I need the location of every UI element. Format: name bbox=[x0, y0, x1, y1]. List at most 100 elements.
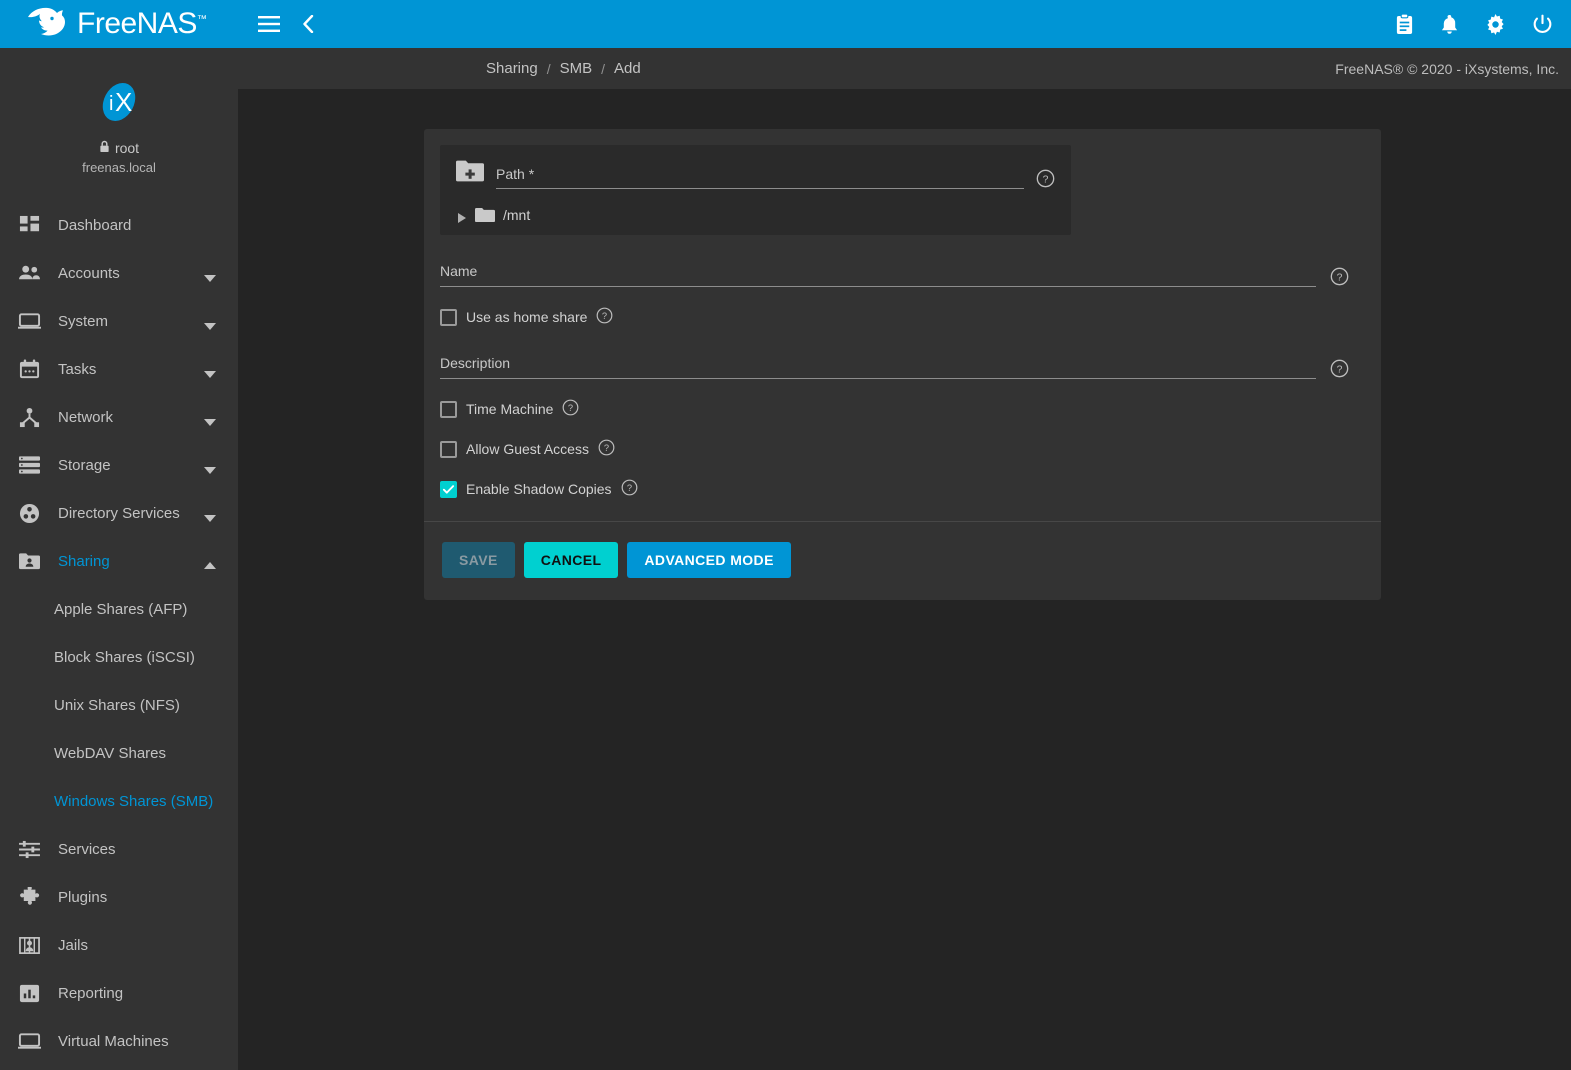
brand-header[interactable]: FreeNAS™ bbox=[0, 0, 238, 48]
shadow-copies-checkbox[interactable] bbox=[440, 481, 457, 498]
sidebar-item-label: Dashboard bbox=[58, 217, 238, 234]
time-machine-checkbox-row: Time Machine ? bbox=[440, 399, 1363, 419]
path-label: Path * bbox=[496, 166, 1024, 188]
create-folder-icon[interactable] bbox=[456, 159, 484, 185]
time-machine-label: Time Machine bbox=[466, 401, 553, 417]
sidebar-item-label: Jails bbox=[58, 937, 238, 954]
path-underline bbox=[496, 188, 1024, 189]
chevron-down-icon[interactable] bbox=[204, 509, 216, 517]
sidebar-item-sharing[interactable]: Sharing bbox=[0, 537, 238, 585]
settings-gear-icon[interactable] bbox=[1485, 14, 1506, 35]
sidebar-item-network[interactable]: Network bbox=[0, 393, 238, 441]
guest-access-checkbox[interactable] bbox=[440, 441, 457, 458]
chevron-down-icon[interactable] bbox=[204, 317, 216, 325]
home-share-checkbox-row: Use as home share ? bbox=[440, 307, 1363, 327]
folder-icon bbox=[475, 207, 495, 223]
help-circle-icon[interactable]: ? bbox=[1330, 267, 1349, 286]
ix-avatar-icon[interactable]: i X bbox=[89, 78, 149, 126]
sidebar-item-label: Virtual Machines bbox=[58, 1033, 238, 1050]
help-circle-icon[interactable]: ? bbox=[1036, 169, 1055, 188]
top-bar bbox=[238, 0, 1571, 48]
task-manager-icon[interactable] bbox=[1395, 14, 1414, 35]
brand-name: FreeNAS™ bbox=[77, 9, 206, 39]
sharing-icon bbox=[14, 548, 44, 574]
sidebar-subitem-block-shares[interactable]: Block Shares (iSCSI) bbox=[0, 633, 238, 681]
sidebar-item-dashboard[interactable]: Dashboard bbox=[0, 201, 238, 249]
chevron-left-icon[interactable] bbox=[302, 15, 314, 33]
sidebar-item-plugins[interactable]: Plugins bbox=[0, 873, 238, 921]
breadcrumb-separator: / bbox=[547, 61, 551, 77]
sidebar-subitem-apple-shares[interactable]: Apple Shares (AFP) bbox=[0, 585, 238, 633]
chevron-down-icon[interactable] bbox=[204, 413, 216, 421]
name-label: Name bbox=[440, 263, 1316, 286]
sidebar-item-jails[interactable]: Jails bbox=[0, 921, 238, 969]
sidebar-item-tasks[interactable]: Tasks bbox=[0, 345, 238, 393]
sidebar-item-virtual-machines[interactable]: Virtual Machines bbox=[0, 1017, 238, 1065]
help-circle-icon[interactable]: ? bbox=[621, 479, 640, 498]
guest-access-label: Allow Guest Access bbox=[466, 441, 589, 457]
help-circle-icon[interactable]: ? bbox=[596, 307, 615, 326]
app-root: FreeNAS™ i X root bbox=[0, 0, 1571, 1070]
breadcrumb-item-smb[interactable]: SMB bbox=[560, 60, 593, 77]
description-input[interactable]: Description bbox=[440, 355, 1316, 379]
form-actions: SAVE CANCEL ADVANCED MODE bbox=[424, 522, 1381, 600]
chevron-up-icon[interactable] bbox=[204, 557, 216, 565]
form-body: Path * ? bbox=[424, 129, 1381, 521]
path-selector-panel: Path * ? bbox=[440, 145, 1071, 235]
sidebar-subitem-label: WebDAV Shares bbox=[54, 745, 166, 762]
sidebar-item-label: Services bbox=[58, 841, 238, 858]
sidebar-item-label: Plugins bbox=[58, 889, 238, 906]
jails-icon bbox=[14, 932, 44, 958]
sidebar-subitem-label: Unix Shares (NFS) bbox=[54, 697, 180, 714]
help-circle-icon[interactable]: ? bbox=[1330, 359, 1349, 378]
name-input[interactable]: Name bbox=[440, 263, 1316, 287]
storage-icon bbox=[14, 452, 44, 478]
chevron-down-icon[interactable] bbox=[204, 461, 216, 469]
topbar-left-controls bbox=[258, 15, 314, 33]
svg-text:?: ? bbox=[604, 443, 609, 453]
cancel-button[interactable]: CANCEL bbox=[524, 542, 619, 578]
main-area: Sharing / SMB / Add FreeNAS® © 2020 - iX… bbox=[238, 0, 1571, 1070]
sidebar-subitem-unix-shares[interactable]: Unix Shares (NFS) bbox=[0, 681, 238, 729]
svg-text:i: i bbox=[109, 93, 113, 115]
notifications-bell-icon[interactable] bbox=[1440, 14, 1459, 35]
sidebar-item-accounts[interactable]: Accounts bbox=[0, 249, 238, 297]
smb-share-form-card: Path * ? bbox=[424, 129, 1381, 600]
sidebar-item-services[interactable]: Services bbox=[0, 825, 238, 873]
description-label: Description bbox=[440, 355, 1316, 378]
sidebar-item-label: System bbox=[58, 313, 204, 330]
sidebar-item-storage[interactable]: Storage bbox=[0, 441, 238, 489]
breadcrumb-separator: / bbox=[601, 61, 605, 77]
help-circle-icon[interactable]: ? bbox=[562, 399, 581, 418]
time-machine-checkbox[interactable] bbox=[440, 401, 457, 418]
sidebar-subitem-windows-shares[interactable]: Windows Shares (SMB) bbox=[0, 777, 238, 825]
network-icon bbox=[14, 404, 44, 430]
triangle-right-icon[interactable] bbox=[458, 210, 467, 220]
help-circle-icon[interactable]: ? bbox=[598, 439, 617, 458]
sidebar-item-label: Accounts bbox=[58, 265, 204, 282]
plugins-icon bbox=[14, 884, 44, 910]
path-field[interactable]: Path * bbox=[496, 166, 1024, 189]
breadcrumb-item-sharing[interactable]: Sharing bbox=[486, 60, 538, 77]
breadcrumb-bar: Sharing / SMB / Add FreeNAS® © 2020 - iX… bbox=[238, 48, 1571, 89]
path-tree-node-label: /mnt bbox=[503, 207, 530, 223]
name-underline bbox=[440, 286, 1316, 287]
chevron-down-icon[interactable] bbox=[204, 269, 216, 277]
sidebar-item-system[interactable]: System bbox=[0, 297, 238, 345]
sidebar-item-reporting[interactable]: Reporting bbox=[0, 969, 238, 1017]
path-tree-node-mnt[interactable]: /mnt bbox=[456, 207, 1055, 223]
svg-text:?: ? bbox=[602, 311, 607, 321]
sidebar-subitem-webdav-shares[interactable]: WebDAV Shares bbox=[0, 729, 238, 777]
advanced-mode-button[interactable]: ADVANCED MODE bbox=[627, 542, 790, 578]
breadcrumb-item-add[interactable]: Add bbox=[614, 60, 641, 77]
home-share-checkbox[interactable] bbox=[440, 309, 457, 326]
power-icon[interactable] bbox=[1532, 14, 1553, 35]
services-icon bbox=[14, 836, 44, 862]
save-button[interactable]: SAVE bbox=[442, 542, 515, 578]
profile-username-row: root bbox=[0, 140, 238, 156]
sidebar-item-directory-services[interactable]: Directory Services bbox=[0, 489, 238, 537]
virtual-machines-icon bbox=[14, 1028, 44, 1054]
home-share-label: Use as home share bbox=[466, 309, 587, 325]
chevron-down-icon[interactable] bbox=[204, 365, 216, 373]
hamburger-menu-icon[interactable] bbox=[258, 16, 280, 32]
